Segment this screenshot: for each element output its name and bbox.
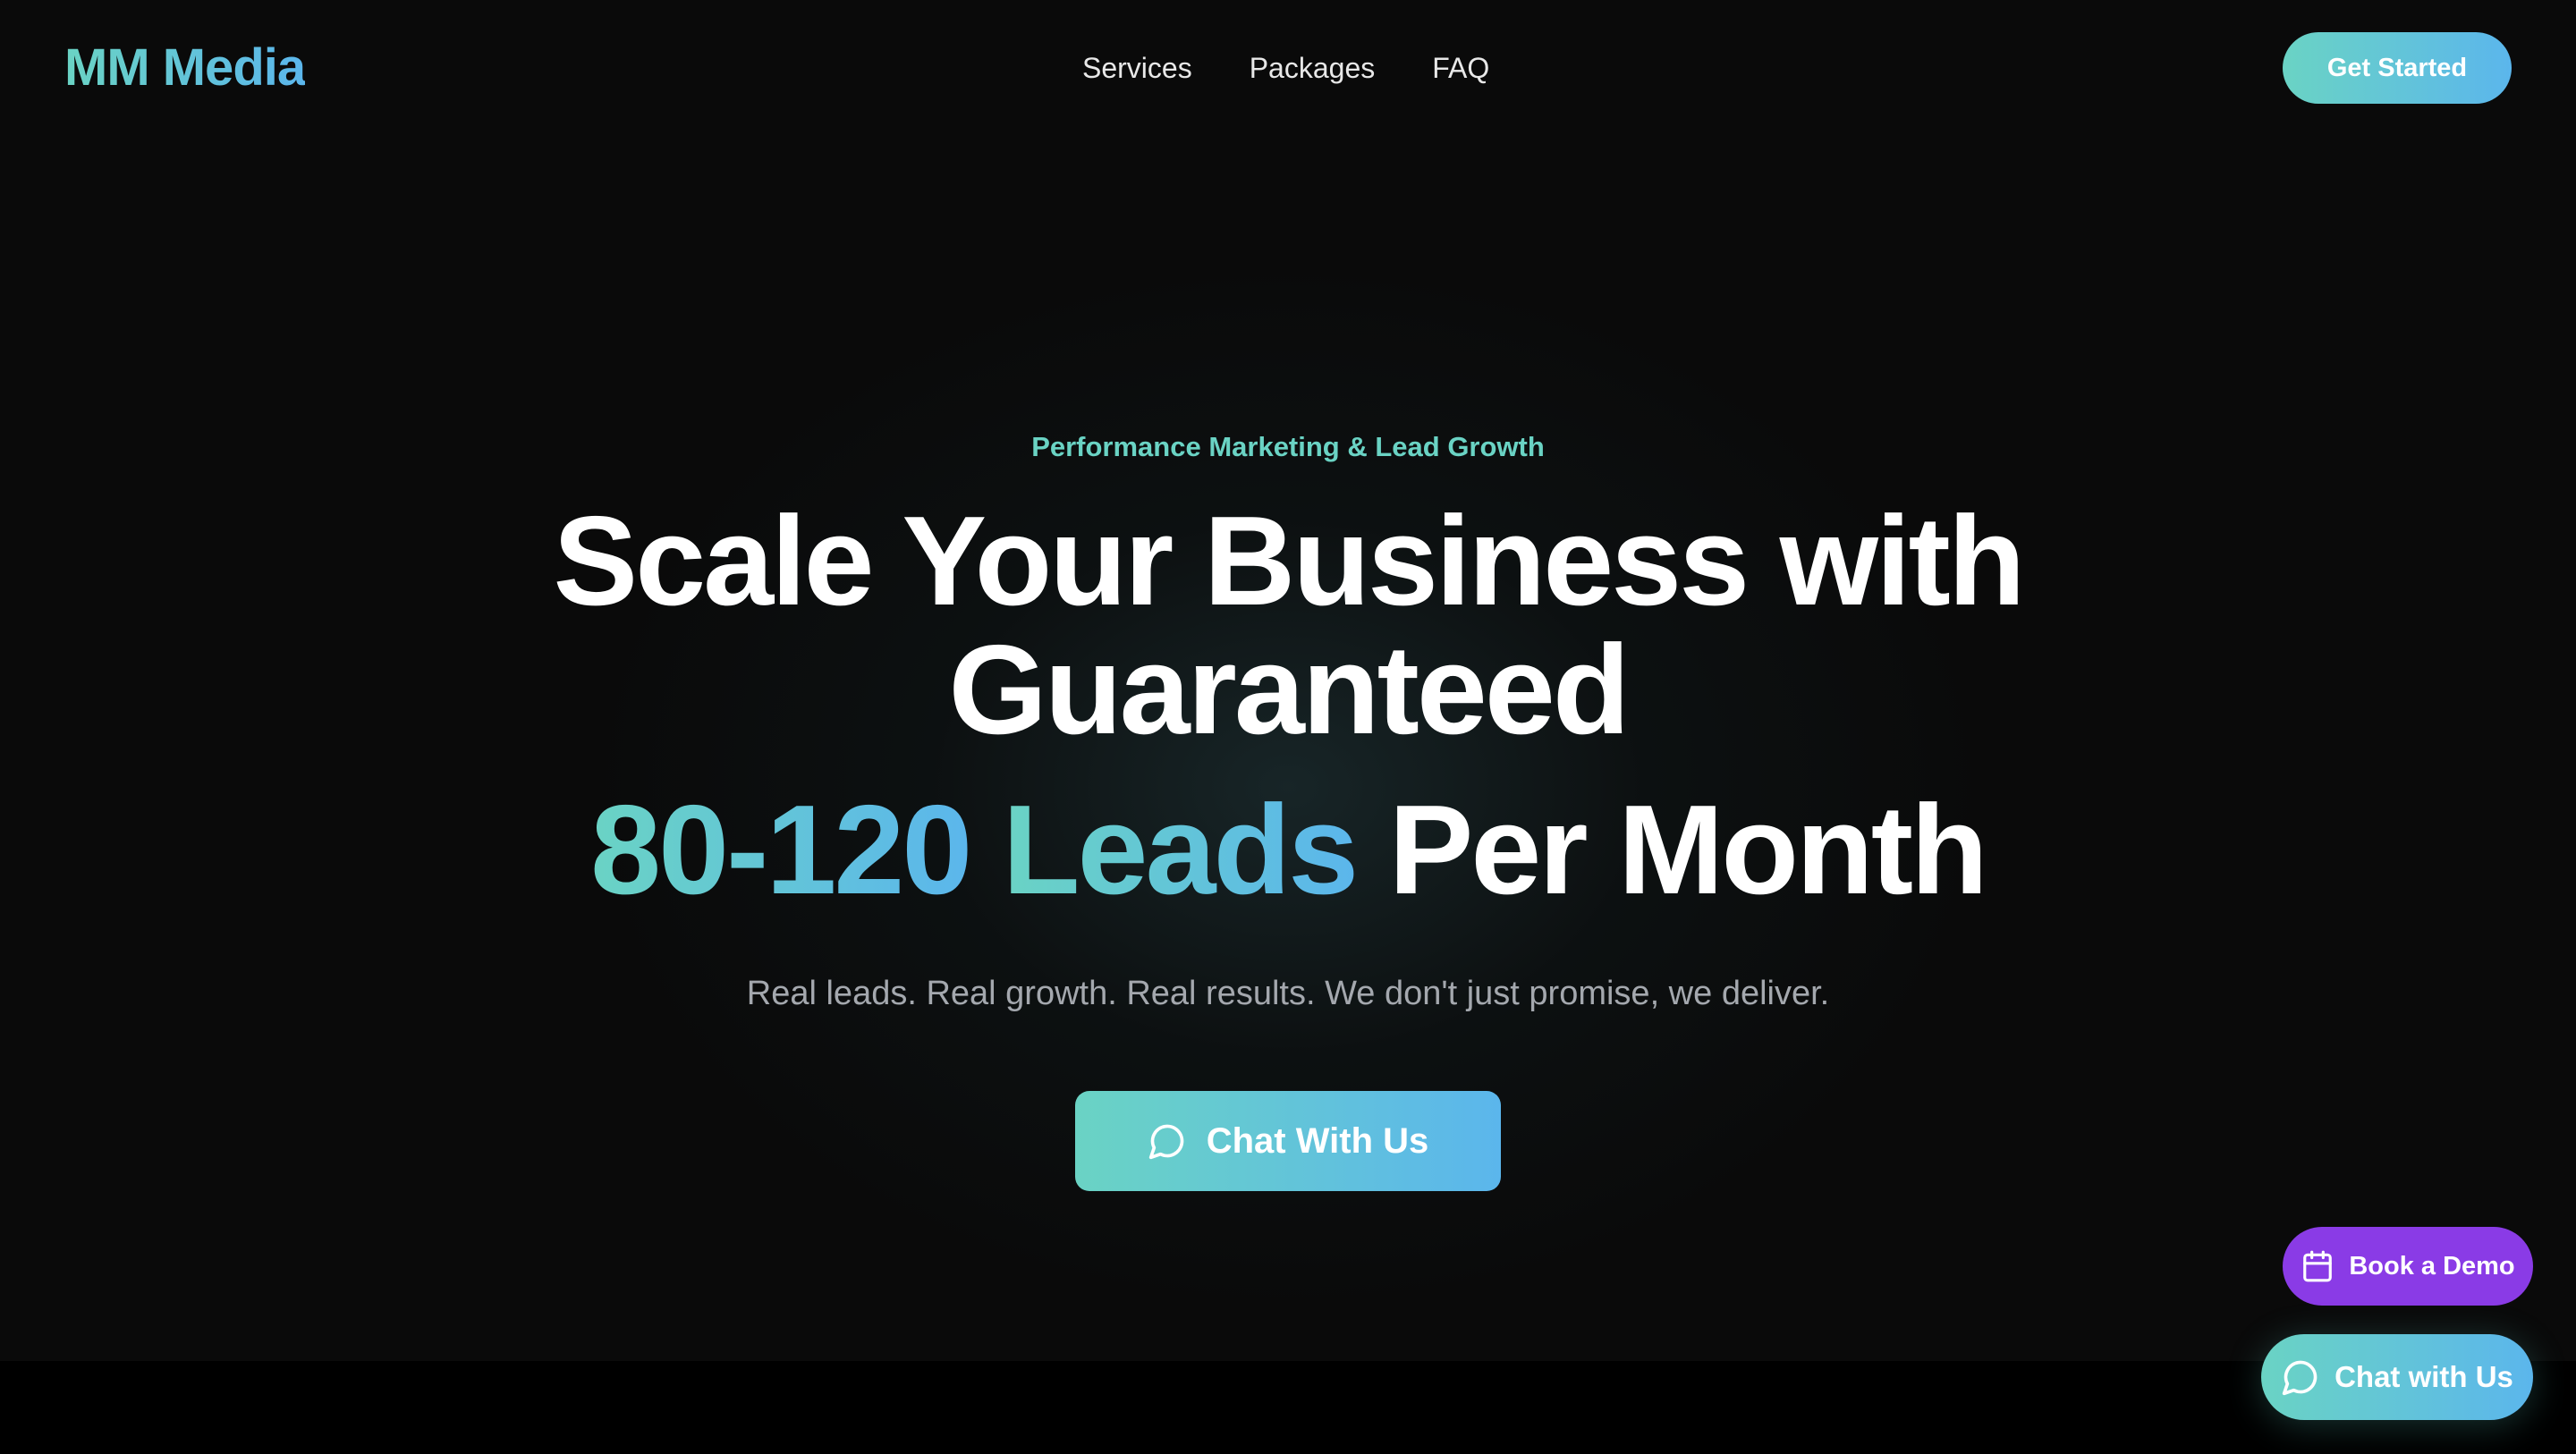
hero-subtitle: Real leads. Real growth. Real results. W… — [746, 975, 1830, 1012]
chat-bubble-icon — [2281, 1357, 2320, 1397]
leads-word-highlight: Leads — [1002, 779, 1359, 921]
site-header: MM Media Services Packages FAQ Get Start… — [0, 0, 2576, 136]
lead-count-highlight: 80-120 — [590, 779, 972, 921]
landing-page: MM Media Services Packages FAQ Get Start… — [0, 0, 2576, 1454]
chat-with-us-button[interactable]: Chat With Us — [1075, 1091, 1501, 1191]
logo[interactable]: MM Media — [64, 34, 306, 102]
get-started-button[interactable]: Get Started — [2283, 32, 2512, 104]
nav-link-packages[interactable]: Packages — [1250, 45, 1376, 91]
headline-line-1: Scale Your Business with — [553, 490, 2025, 632]
floating-chat-label: Chat with Us — [2334, 1360, 2513, 1393]
hero-eyebrow: Performance Marketing & Lead Growth — [1031, 431, 1545, 462]
chat-bubble-icon — [1148, 1121, 1187, 1161]
hero-headline: Scale Your Business with Guaranteed — [0, 497, 2576, 755]
hero-headline-highlight: 80-120 Leads Per Month — [0, 783, 2576, 917]
book-demo-button[interactable]: Book a Demo — [2283, 1227, 2533, 1306]
chat-with-us-label: Chat With Us — [1206, 1120, 1429, 1161]
headline-line-2: Guaranteed — [948, 619, 1630, 761]
main-nav: Services Packages FAQ — [1082, 45, 1489, 91]
nav-link-faq[interactable]: FAQ — [1432, 45, 1489, 91]
floating-chat-button[interactable]: Chat with Us — [2261, 1334, 2533, 1420]
nav-link-services[interactable]: Services — [1082, 45, 1192, 91]
calendar-icon — [2301, 1249, 2334, 1283]
book-demo-label: Book a Demo — [2349, 1251, 2515, 1281]
per-month-text: Per Month — [1388, 779, 1988, 921]
next-section-edge — [0, 1361, 2576, 1454]
